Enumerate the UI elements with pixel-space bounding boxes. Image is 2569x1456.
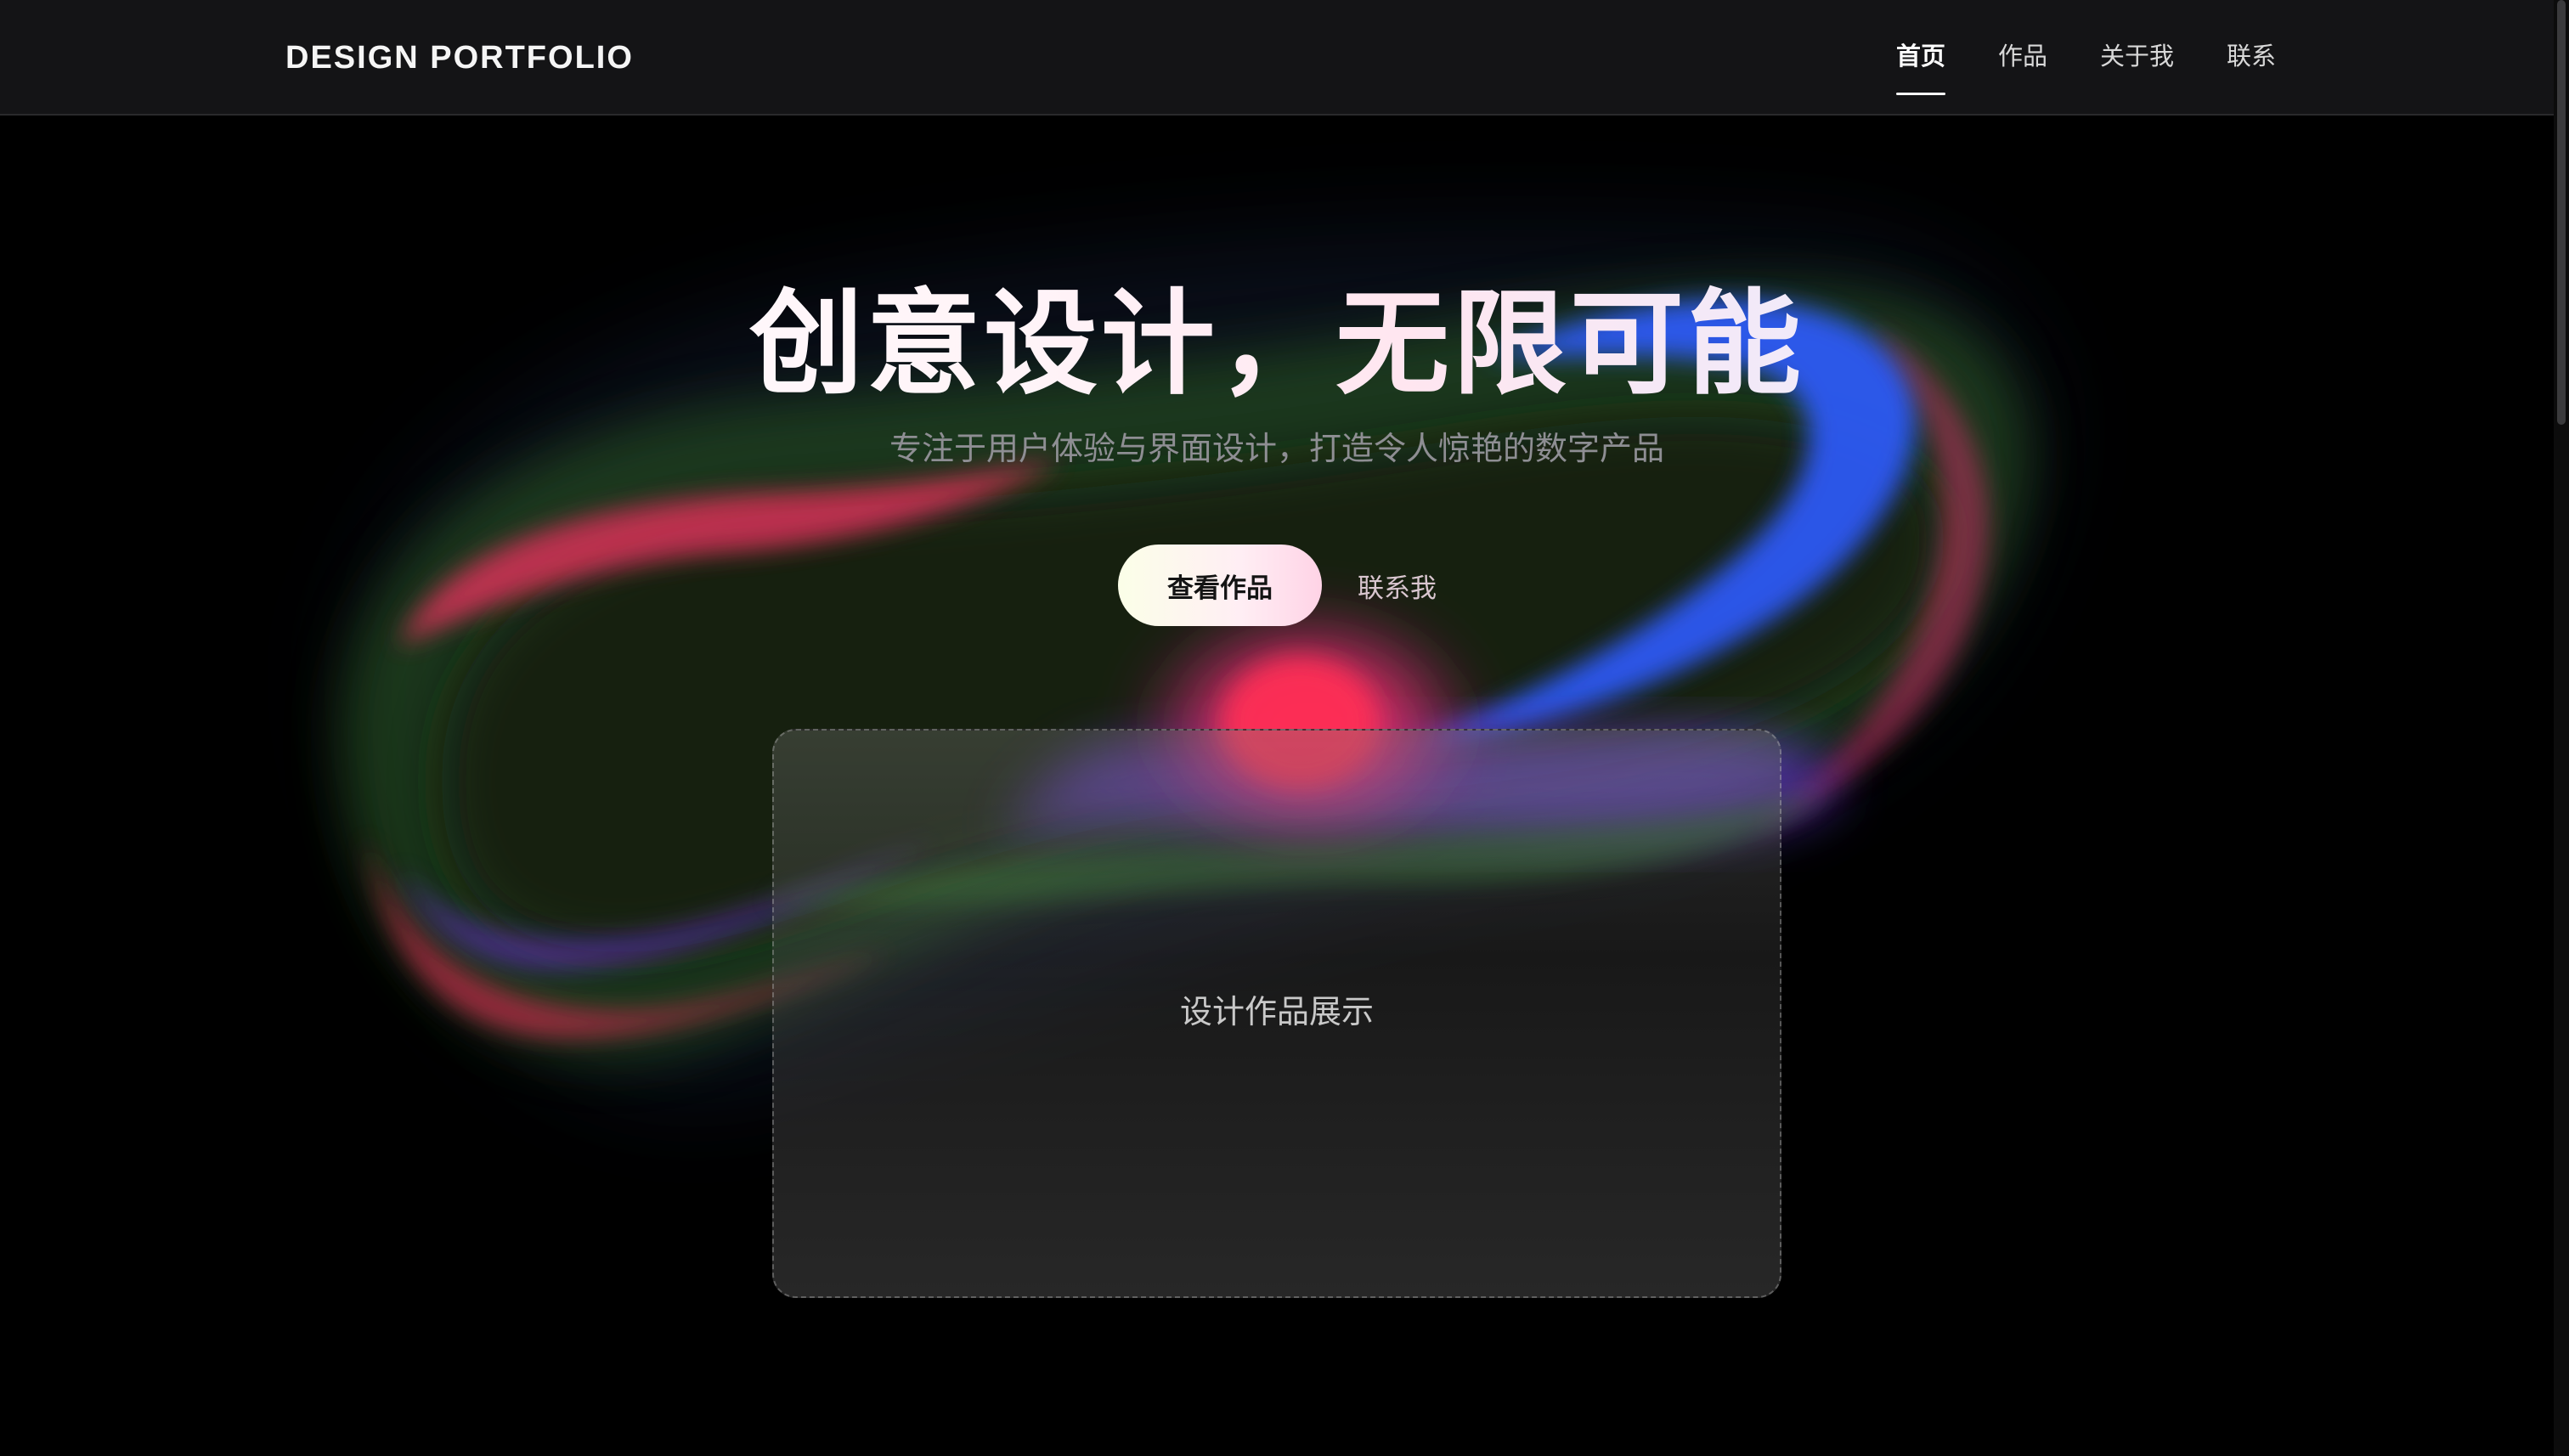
top-navbar: DESIGN PORTFOLIO 首页 作品 关于我 联系 [0,0,2554,116]
nav-link-home[interactable]: 首页 [1896,37,1946,95]
site-brand[interactable]: DESIGN PORTFOLIO [285,37,634,78]
hero-title: 创意设计，无限可能 [0,272,2554,416]
hero-subtitle: 专注于用户体验与界面设计，打造令人惊艳的数字产品 [889,430,1664,467]
nav-link-contact[interactable]: 联系 [2227,37,2276,75]
contact-me-link[interactable]: 联系我 [1358,567,1437,605]
nav-links: 首页 作品 关于我 联系 [1896,37,2276,95]
hero-cta-row: 查看作品 联系我 [1118,545,1437,626]
showcase-placeholder-card[interactable]: 设计作品展示 [772,729,1781,1298]
page: DESIGN PORTFOLIO 首页 作品 关于我 联系 创意设计，无限可能 … [0,0,2569,1456]
view-works-button[interactable]: 查看作品 [1118,545,1322,626]
vertical-scrollbar[interactable] [2554,0,2569,1456]
scrollbar-thumb[interactable] [2557,0,2566,425]
nav-link-about[interactable]: 关于我 [2100,37,2174,75]
nav-link-works[interactable]: 作品 [1998,37,2047,75]
showcase-label: 设计作品展示 [1179,993,1374,1030]
